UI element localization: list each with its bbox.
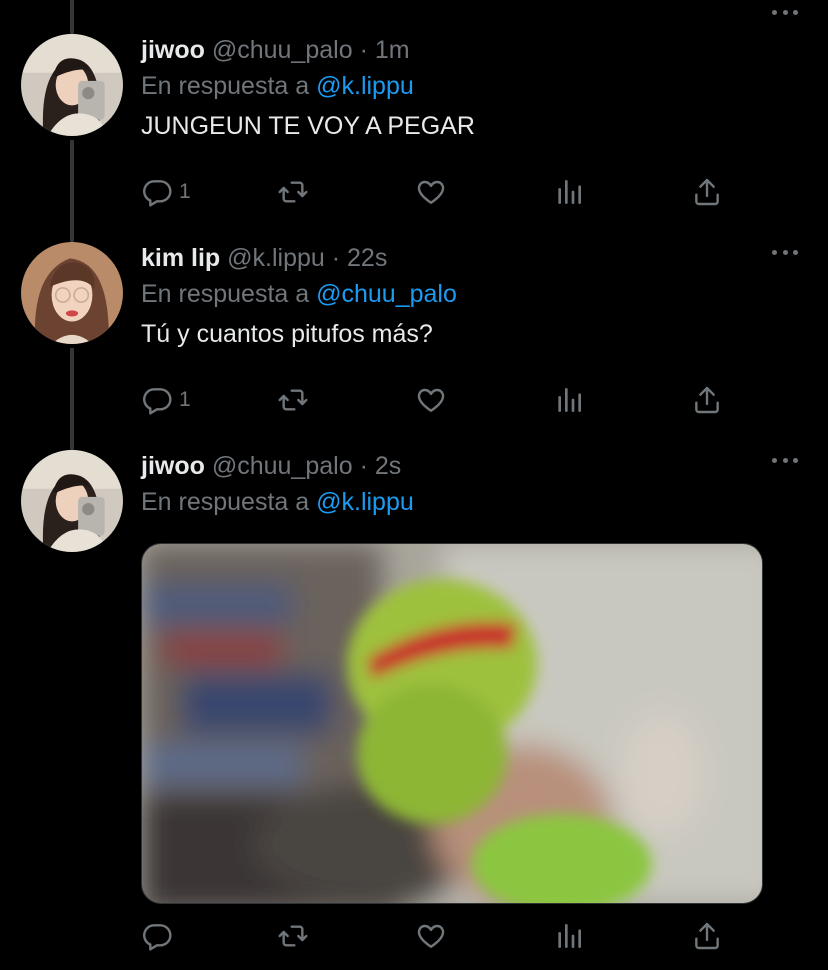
tweet-header: jiwoo @chuu_palo · 2s (141, 449, 802, 483)
share-button[interactable] (691, 916, 723, 956)
heart-icon (417, 180, 445, 204)
reply-button[interactable]: 1 (141, 172, 191, 212)
reply-icon (143, 924, 172, 951)
reply-context-label: En respuesta a (141, 280, 310, 308)
share-icon (695, 386, 719, 414)
tweet-actions: 1 (141, 380, 741, 420)
reply-context-label: En respuesta a (141, 488, 310, 516)
reply-context: En respuesta a @k.lippu (141, 483, 802, 521)
tweet[interactable]: kim lip @k.lippu · 22s En respuesta a @c… (0, 240, 828, 448)
tweet-actions: 1 (141, 172, 741, 212)
tweet-text: Tú y cuantos pitufos más? (141, 320, 433, 348)
thread-view: jiwoo @chuu_palo · 1m En respuesta a @k.… (0, 0, 828, 970)
user-handle[interactable]: @k.lippu (227, 244, 325, 272)
views-icon (558, 388, 581, 412)
reply-button[interactable] (141, 916, 173, 956)
display-name[interactable]: jiwoo (141, 452, 205, 480)
tweet-actions (141, 916, 741, 956)
timestamp[interactable]: 22s (347, 244, 387, 272)
share-icon (695, 922, 719, 950)
more-icon[interactable] (772, 248, 798, 256)
share-icon (695, 178, 719, 206)
avatar[interactable] (21, 34, 123, 136)
reply-context: En respuesta a @chuu_palo (141, 275, 802, 313)
share-button[interactable] (691, 172, 723, 212)
heart-icon (417, 388, 445, 412)
share-button[interactable] (691, 380, 723, 420)
tweet-text: JUNGEUN TE VOY A PEGAR (141, 112, 475, 140)
views-icon (558, 180, 581, 204)
views-button[interactable] (553, 916, 585, 956)
timestamp[interactable]: 1m (375, 36, 410, 64)
views-icon (558, 924, 581, 948)
retweet-icon (278, 925, 308, 947)
user-handle[interactable]: @chuu_palo (212, 36, 353, 64)
reply-mention-link[interactable]: @chuu_palo (316, 280, 457, 308)
reply-count: 1 (179, 180, 191, 203)
reply-icon (143, 388, 172, 415)
retweet-button[interactable] (277, 172, 309, 212)
reply-mention-link[interactable]: @k.lippu (316, 488, 414, 516)
separator-dot: · (359, 36, 368, 64)
tweet[interactable]: jiwoo @chuu_palo · 1m En respuesta a @k.… (0, 0, 828, 240)
retweet-button[interactable] (277, 916, 309, 956)
tweet-header: jiwoo @chuu_palo · 1m (141, 33, 802, 67)
like-button[interactable] (415, 916, 447, 956)
user-handle[interactable]: @chuu_palo (212, 452, 353, 480)
retweet-button[interactable] (277, 380, 309, 420)
separator-dot: · (359, 452, 368, 480)
more-icon[interactable] (772, 456, 798, 464)
separator-dot: · (331, 244, 341, 272)
like-button[interactable] (415, 380, 447, 420)
tweet-media-image[interactable] (141, 543, 763, 904)
avatar[interactable] (21, 242, 123, 344)
more-icon[interactable] (772, 8, 798, 16)
avatar[interactable] (21, 450, 123, 552)
tweet-header: kim lip @k.lippu · 22s (141, 241, 802, 275)
reply-context-label: En respuesta a (141, 72, 310, 100)
retweet-icon (278, 389, 308, 411)
reply-count: 1 (179, 388, 191, 411)
display-name[interactable]: jiwoo (141, 36, 205, 64)
timestamp[interactable]: 2s (375, 452, 401, 480)
views-button[interactable] (553, 380, 585, 420)
reply-mention-link[interactable]: @k.lippu (316, 72, 414, 100)
retweet-icon (278, 181, 308, 203)
reply-button[interactable]: 1 (141, 380, 191, 420)
reply-context: En respuesta a @k.lippu (141, 67, 802, 105)
views-button[interactable] (553, 172, 585, 212)
heart-icon (417, 924, 445, 948)
display-name[interactable]: kim lip (141, 244, 220, 272)
like-button[interactable] (415, 172, 447, 212)
reply-icon (143, 180, 172, 207)
